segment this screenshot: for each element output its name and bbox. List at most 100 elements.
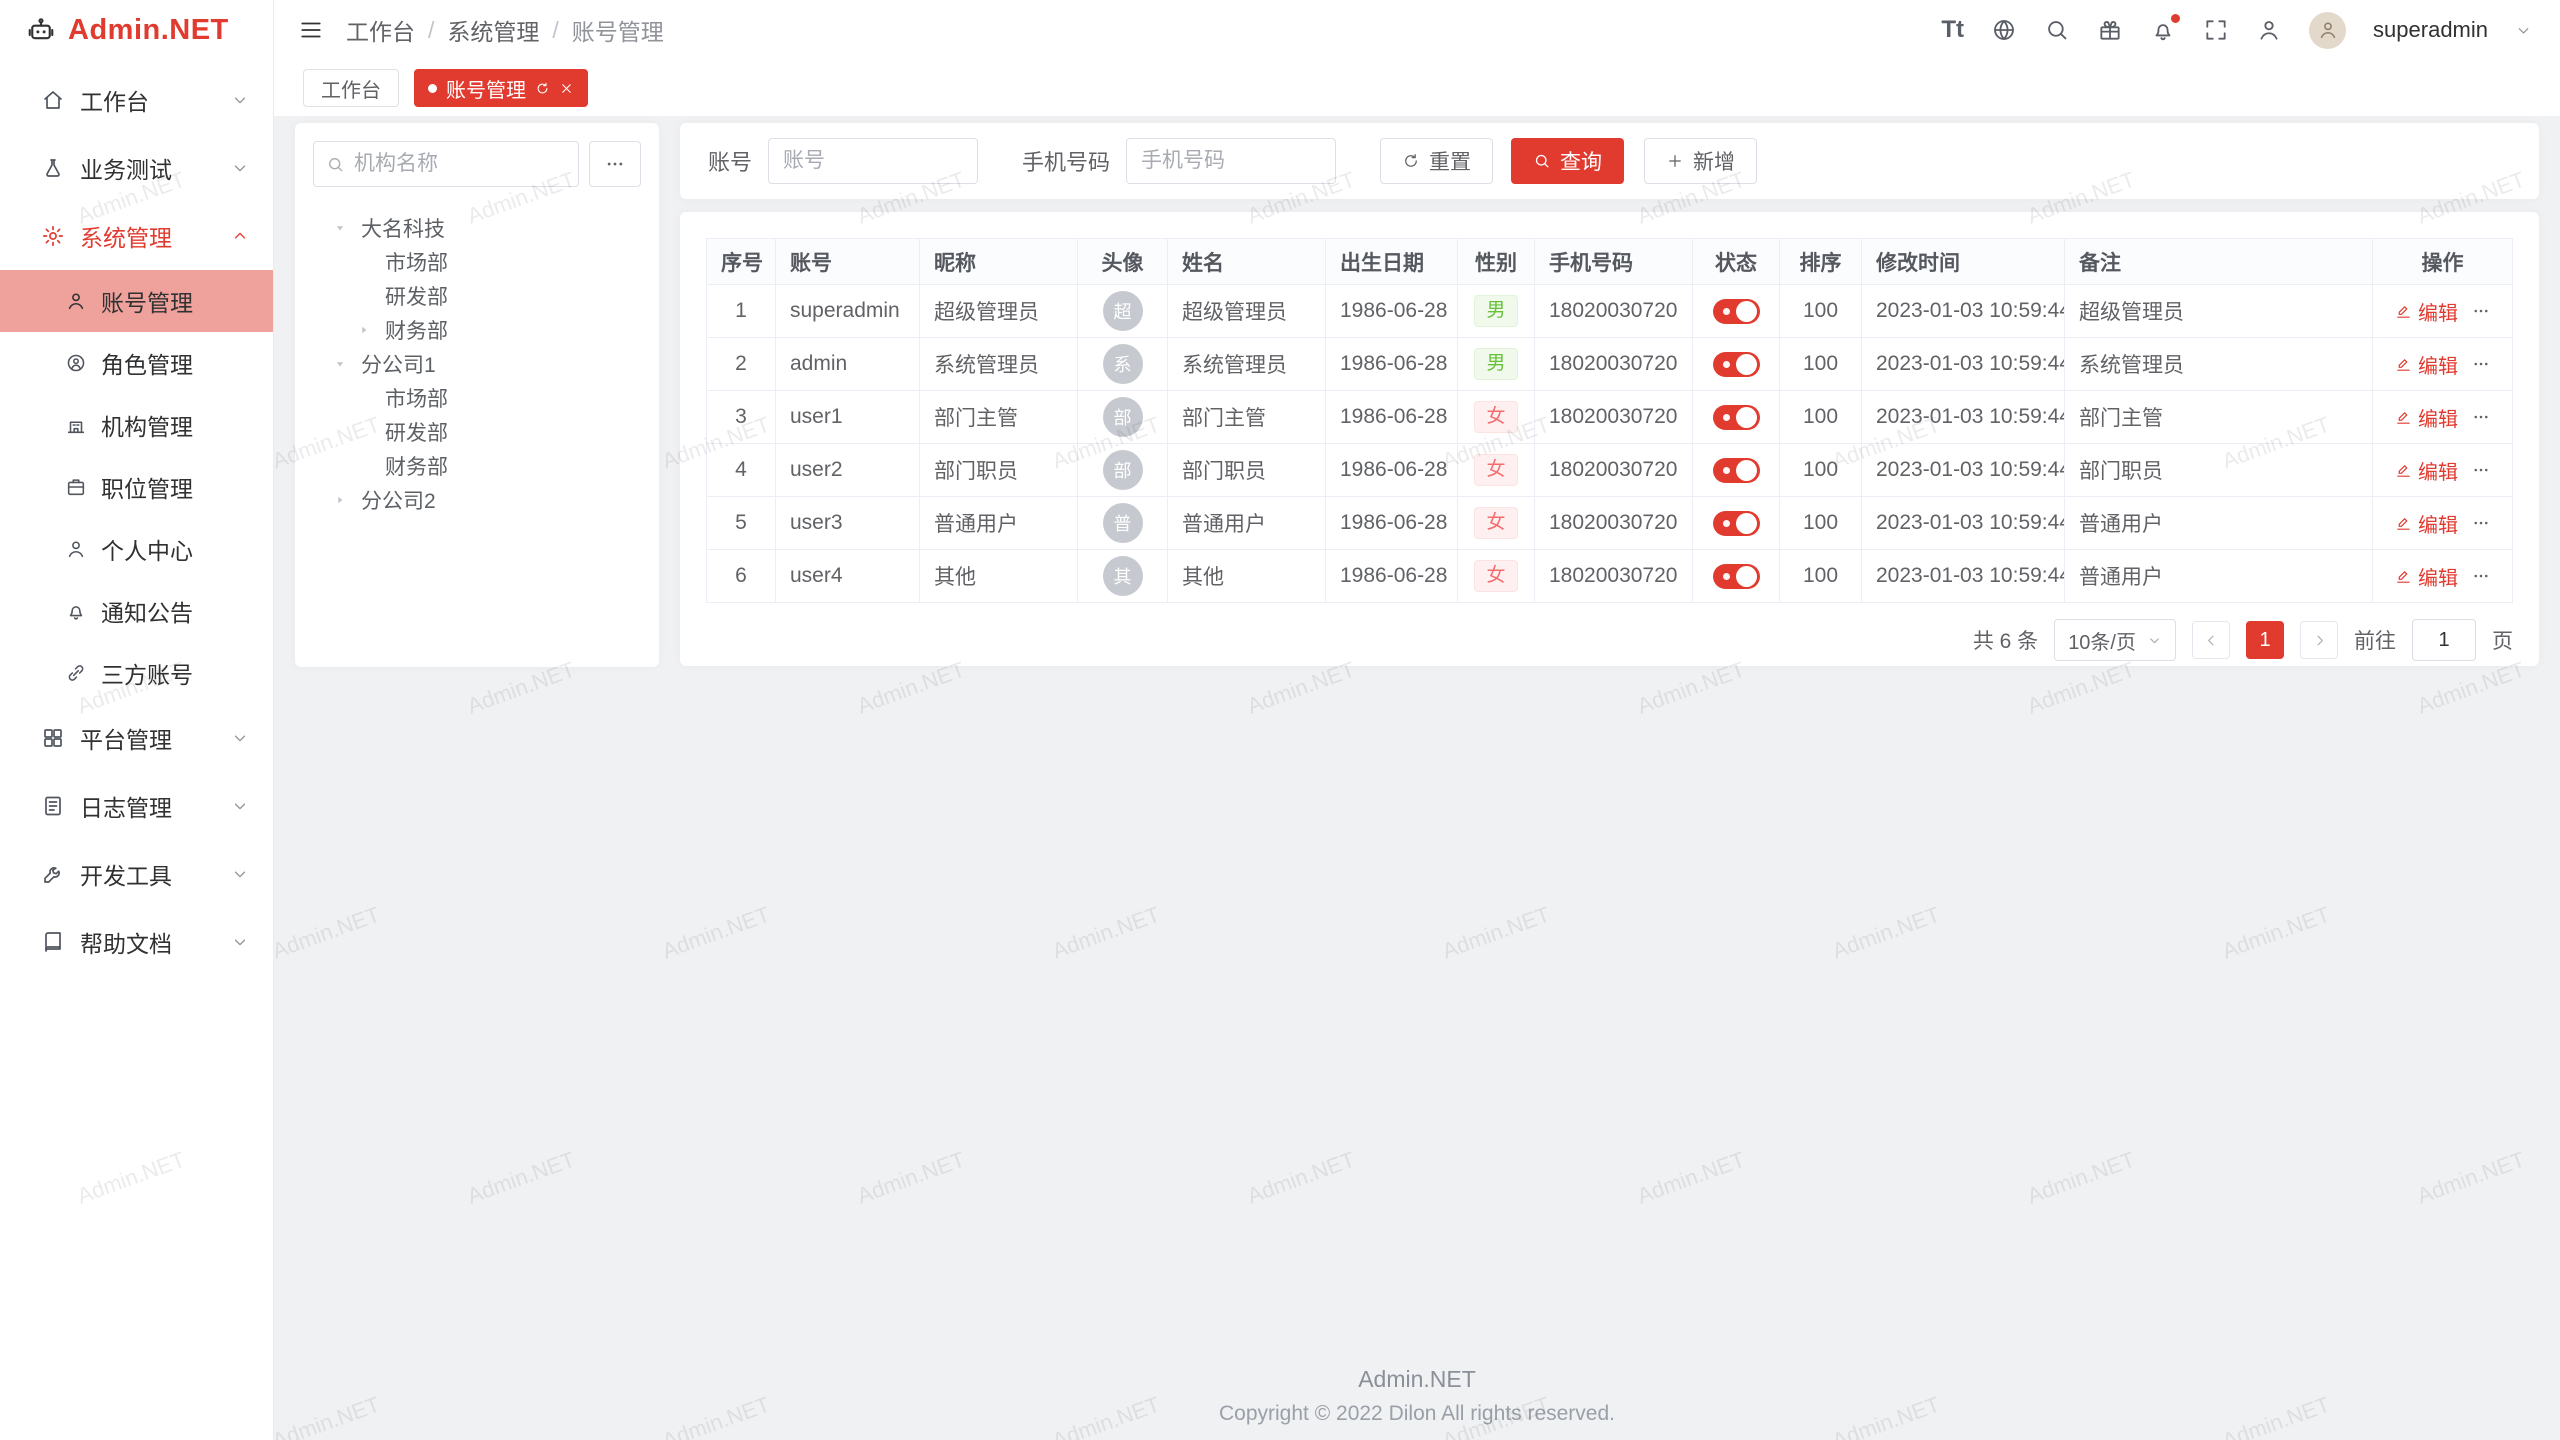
tree-node[interactable]: 分公司2 [313, 483, 641, 517]
cell-phone: 18020030720 [1535, 444, 1693, 497]
status-toggle[interactable] [1713, 405, 1760, 430]
filter-bar: 账号 手机号码 重置 查询 新增 [680, 123, 2539, 199]
sidebar-item-log-manage[interactable]: 日志管理 [0, 772, 273, 840]
edit-button[interactable]: 编辑 [2395, 297, 2458, 326]
breadcrumb-item[interactable]: 账号管理 [572, 13, 664, 47]
chevron-down-icon[interactable] [2515, 22, 2532, 39]
sidebar-item-account-manage[interactable]: 账号管理 [0, 270, 273, 332]
sidebar-item-system-manage[interactable]: 系统管理 [0, 202, 273, 270]
tree-node[interactable]: 分公司1 [313, 347, 641, 381]
row-avatar: 系 [1103, 344, 1143, 384]
goto-page-input[interactable] [2412, 619, 2476, 661]
more-actions-button[interactable] [2472, 567, 2490, 585]
breadcrumb-item[interactable]: 工作台 [346, 13, 415, 47]
sidebar-item-role-manage[interactable]: 角色管理 [0, 332, 273, 394]
add-button[interactable]: 新增 [1644, 138, 1757, 184]
edit-button[interactable]: 编辑 [2395, 509, 2458, 538]
edit-button[interactable]: 编辑 [2395, 403, 2458, 432]
more-actions-button[interactable] [2472, 355, 2490, 373]
tree-node[interactable]: 财务部 [313, 449, 641, 483]
sidebar-item-platform-manage[interactable]: 平台管理 [0, 704, 273, 772]
tree-node[interactable]: 市场部 [313, 381, 641, 415]
sidebar-item-dev-tools[interactable]: 开发工具 [0, 840, 273, 908]
next-page-button[interactable] [2300, 621, 2338, 659]
edit-button[interactable]: 编辑 [2395, 562, 2458, 591]
position-icon [65, 476, 87, 498]
tree-node-label: 市场部 [385, 247, 448, 277]
status-toggle[interactable] [1713, 299, 1760, 324]
page-size-select[interactable]: 10条/页 [2054, 619, 2176, 661]
cell-no: 2 [707, 338, 776, 391]
org-tree-panel: 大名科技市场部研发部财务部分公司1市场部研发部财务部分公司2 [295, 123, 659, 667]
chevron-down-icon [231, 865, 249, 883]
close-icon[interactable] [559, 81, 574, 96]
tree-caret-icon[interactable] [333, 221, 361, 235]
search-icon[interactable] [2044, 17, 2070, 43]
current-page-button[interactable]: 1 [2246, 621, 2284, 659]
cell-status [1693, 338, 1780, 391]
sidebar-subitem-label: 角色管理 [101, 346, 193, 380]
account-input[interactable] [768, 138, 978, 184]
row-avatar: 部 [1103, 397, 1143, 437]
sidebar-item-help-docs[interactable]: 帮助文档 [0, 908, 273, 976]
table-body: 1superadmin超级管理员超超级管理员1986-06-28男1802003… [707, 285, 2513, 603]
more-actions-button[interactable] [2472, 461, 2490, 479]
theme-icon[interactable] [2097, 17, 2123, 43]
tree-node[interactable]: 研发部 [313, 415, 641, 449]
breadcrumb-item[interactable]: 系统管理 [447, 13, 539, 47]
edit-button[interactable]: 编辑 [2395, 456, 2458, 485]
sidebar-item-personal-center[interactable]: 个人中心 [0, 518, 273, 580]
language-icon[interactable] [1991, 17, 2017, 43]
logo[interactable]: Admin.NET [0, 0, 273, 60]
sidebar-item-notice[interactable]: 通知公告 [0, 580, 273, 642]
cell-phone: 18020030720 [1535, 338, 1693, 391]
tree-node[interactable]: 市场部 [313, 245, 641, 279]
status-toggle[interactable] [1713, 352, 1760, 377]
user-avatar[interactable] [2309, 12, 2346, 49]
tab-账号管理[interactable]: 账号管理 [414, 69, 588, 107]
tree-caret-icon[interactable] [357, 323, 385, 337]
search-icon [1533, 152, 1551, 170]
cell-account: user1 [776, 391, 920, 444]
status-toggle[interactable] [1713, 511, 1760, 536]
org-search-input[interactable] [354, 152, 566, 176]
cell-actions: 编辑 [2373, 444, 2513, 497]
status-toggle[interactable] [1713, 564, 1760, 589]
tree-node[interactable]: 研发部 [313, 279, 641, 313]
footer-copyright: Copyright © 2022 Dilon All rights reserv… [274, 1402, 2560, 1426]
cell-actions: 编辑 [2373, 550, 2513, 603]
profile-icon[interactable] [2256, 17, 2282, 43]
query-button[interactable]: 查询 [1511, 138, 1624, 184]
reset-button[interactable]: 重置 [1380, 138, 1493, 184]
tree-caret-icon[interactable] [333, 357, 361, 371]
username[interactable]: superadmin [2373, 17, 2488, 43]
fullscreen-icon[interactable] [2203, 17, 2229, 43]
tree-caret-icon[interactable] [333, 493, 361, 507]
sidebar-item-position-manage[interactable]: 职位管理 [0, 456, 273, 518]
cell-name: 超级管理员 [1168, 285, 1326, 338]
phone-input[interactable] [1126, 138, 1336, 184]
edit-button[interactable]: 编辑 [2395, 350, 2458, 379]
more-actions-button[interactable] [2472, 302, 2490, 320]
chevron-down-icon [231, 729, 249, 747]
sidebar-item-business-test[interactable]: 业务测试 [0, 134, 273, 202]
person-icon [65, 538, 87, 560]
more-actions-button[interactable] [2472, 408, 2490, 426]
notification-bell-icon[interactable] [2150, 17, 2176, 43]
status-toggle[interactable] [1713, 458, 1760, 483]
column-header-time: 修改时间 [1862, 239, 2065, 285]
sidebar-item-org-manage[interactable]: 机构管理 [0, 394, 273, 456]
sidebar-item-workbench[interactable]: 工作台 [0, 66, 273, 134]
table-row: 3user1部门主管部部门主管1986-06-28女18020030720100… [707, 391, 2513, 444]
sidebar-item-third-account[interactable]: 三方账号 [0, 642, 273, 704]
sidebar-subitem-label: 职位管理 [101, 470, 193, 504]
refresh-icon[interactable] [535, 81, 550, 96]
prev-page-button[interactable] [2192, 621, 2230, 659]
tab-工作台[interactable]: 工作台 [303, 69, 399, 107]
font-size-icon[interactable]: Tt [1941, 16, 1964, 44]
tree-node[interactable]: 财务部 [313, 313, 641, 347]
more-actions-button[interactable] [2472, 514, 2490, 532]
menu-collapse-icon[interactable] [298, 17, 324, 43]
tree-node[interactable]: 大名科技 [313, 211, 641, 245]
tree-more-button[interactable] [589, 141, 641, 187]
